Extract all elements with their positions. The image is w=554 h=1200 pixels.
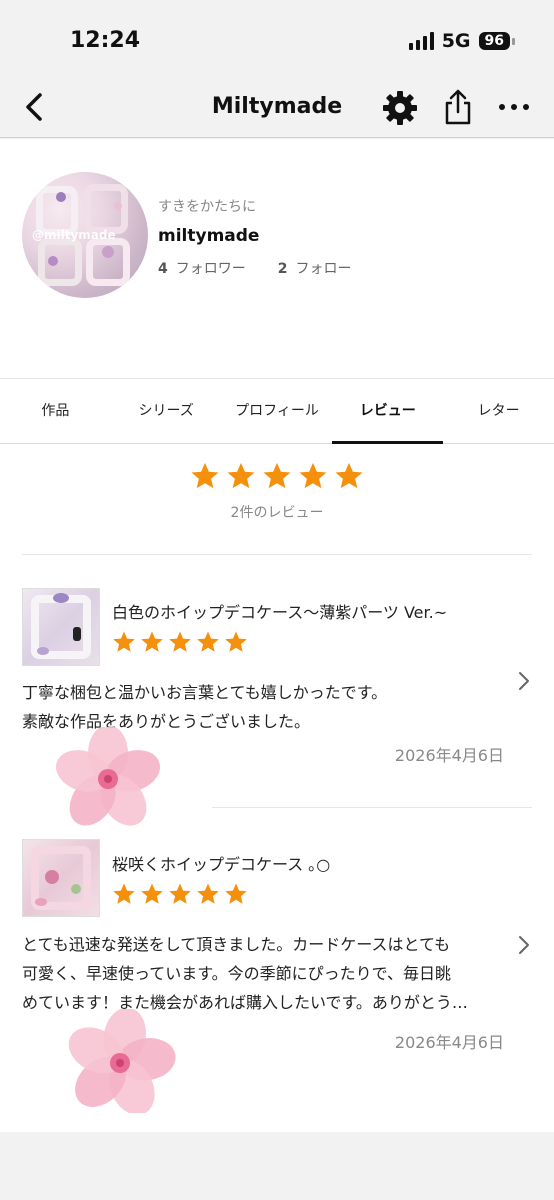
review-date: 2026年4月6日 (394, 746, 504, 765)
review-text-line: 可愛く、早速使っています。今の季節にぴったりで、毎日眺 (22, 964, 451, 983)
status-time: 12:24 (70, 28, 141, 53)
following-link[interactable]: 2 フォロー (278, 258, 352, 278)
review-text-line: 丁寧な梱包と温かいお言葉とても嬉しかったです。 (22, 683, 388, 702)
nav-bar: Miltymade (0, 78, 554, 138)
tab-reviews[interactable]: レビュー (332, 379, 443, 444)
review-rating (112, 882, 248, 910)
product-thumbnail (22, 839, 100, 917)
tab-series[interactable]: シリーズ (111, 379, 222, 443)
following-count: 2 (277, 261, 288, 277)
review-date: 2026年4月6日 (394, 1033, 504, 1052)
profile-tagline: すきをかたちに (158, 199, 256, 215)
status-indicators: 5G 96 (408, 30, 516, 52)
rating-summary (0, 461, 554, 495)
star-icon (169, 631, 191, 652)
review-rating (112, 630, 248, 658)
review-card[interactable]: 白色のホイップデコケース～薄紫パーツ Ver.~ 丁寧な梱包と温かいお言葉とても… (0, 587, 554, 826)
star-icon (191, 462, 219, 489)
tab-works[interactable]: 作品 (0, 379, 111, 443)
tab-bar: 作品 シリーズ プロフィール レビュー レター (0, 378, 554, 444)
followers-count: 4 (158, 261, 168, 277)
review-product-title: 白色のホイップデコケース～薄紫パーツ Ver.~ (112, 603, 448, 622)
status-bar: 12:24 5G 96 (0, 0, 554, 78)
followers-label: フォロワー (175, 261, 246, 277)
star-icon (113, 883, 135, 904)
signal-icon (408, 32, 434, 50)
divider (212, 807, 532, 808)
star-icon (141, 631, 163, 652)
star-icon (225, 631, 247, 652)
product-thumbnail (22, 588, 100, 666)
tab-profile[interactable]: プロフィール (222, 379, 333, 443)
avatar[interactable]: @miltymade (22, 172, 148, 298)
star-icon (263, 462, 291, 489)
star-icon (197, 631, 219, 652)
summary-stars (190, 461, 364, 491)
divider (22, 554, 532, 555)
cherry-blossom-sticker (68, 1009, 176, 1113)
main-content: @miltymade すきをかたちに miltymade 4 フォロワー 2 フォロ… (0, 139, 554, 1132)
avatar-watermark: @miltymade (32, 228, 116, 242)
star-icon (141, 883, 163, 904)
chevron-right-icon[interactable] (514, 933, 534, 957)
chevron-right-icon[interactable] (514, 669, 534, 693)
star-icon (335, 462, 363, 489)
review-product-title: 桜咲くホイップデコケース ｡○ (112, 855, 331, 874)
profile-name: miltymade (158, 226, 260, 246)
star-icon (113, 631, 135, 652)
star-icon (299, 462, 327, 489)
star-icon (197, 883, 219, 904)
back-arrow-icon[interactable] (22, 92, 48, 122)
share-icon[interactable] (441, 88, 475, 126)
review-count: 2件のレビュー (230, 505, 324, 521)
star-icon (227, 462, 255, 489)
followers-link[interactable]: 4 フォロワー (158, 258, 246, 278)
network-type: 5G (441, 30, 471, 52)
profile-stats: 4 フォロワー 2 フォロー (158, 258, 352, 278)
cherry-blossom-sticker (55, 727, 161, 826)
star-icon (169, 883, 191, 904)
star-icon (225, 883, 247, 904)
battery-icon: 96 (478, 32, 516, 50)
more-options-icon[interactable] (497, 94, 531, 120)
review-text: とても迅速な発送をして頂きました。カードケースはとても 可愛く、早速使っています… (22, 930, 502, 1017)
gear-icon[interactable] (382, 90, 418, 126)
tab-letter[interactable]: レター (443, 379, 554, 443)
following-label: フォロー (295, 261, 352, 277)
review-text-line: とても迅速な発送をして頂きました。カードケースはとても (22, 935, 451, 954)
review-card[interactable]: 桜咲くホイップデコケース ｡○ とても迅速な発送をして頂きました。カードケースは… (0, 839, 554, 1129)
